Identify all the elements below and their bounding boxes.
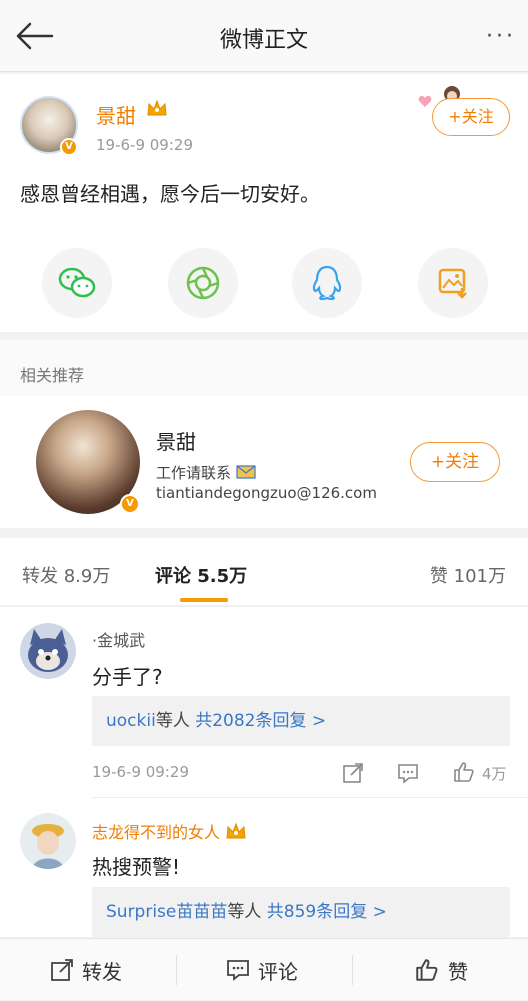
comment-text: 分手了? (92, 665, 163, 689)
recommend-description: 工作请联系 (156, 462, 256, 483)
share-qq-button[interactable] (292, 248, 362, 318)
recommend-card[interactable]: V 景甜 工作请联系 tiantiandegongzuo@126.com +关注 (0, 396, 528, 528)
wechat-icon (58, 267, 96, 298)
comment-author[interactable]: ·金城武 (92, 627, 145, 651)
share-wechat-button[interactable] (42, 248, 112, 318)
recommend-section-title: 相关推荐 (20, 366, 85, 385)
recommend-name[interactable]: 景甜 (156, 426, 196, 455)
save-image-button[interactable] (418, 248, 488, 318)
thumbs-up-icon[interactable] (452, 760, 476, 784)
post-author-name[interactable]: 景甜 (96, 100, 136, 129)
bottom-action-bar: 转发 评论 赞 (0, 938, 528, 1000)
tab-repost[interactable]: 转发 8.9万 (22, 562, 110, 588)
follow-button[interactable]: +关注 (432, 98, 510, 136)
repost-icon (51, 959, 73, 981)
divider (176, 955, 177, 985)
save-image-icon (438, 268, 467, 299)
share-moments-button[interactable] (168, 248, 238, 318)
active-tab-indicator (180, 598, 228, 602)
divider (352, 955, 353, 985)
qq-icon (312, 265, 342, 301)
page-title: 微博正文 (219, 28, 308, 53)
crown-icon (147, 99, 167, 116)
recommend-email: tiantiandegongzuo@126.com (156, 484, 377, 502)
post-timestamp: 19-6-9 09:29 (96, 136, 193, 154)
comment-author[interactable]: 志龙得不到的女人 (92, 819, 247, 843)
tab-bar: 转发 8.9万 评论 5.5万 赞 101万 (0, 538, 528, 606)
post-card: V 景甜 19-6-9 09:29 +关注 感恩曾经相遇，愿今后一切安好。 (0, 74, 528, 332)
comment-icon[interactable] (397, 762, 419, 784)
comment-icon (227, 960, 249, 981)
comment-like-count: 4万 (482, 765, 507, 783)
recommend-follow-button[interactable]: +关注 (410, 442, 500, 482)
verified-badge-icon: V (120, 494, 140, 514)
envelope-icon (236, 465, 256, 479)
bottom-repost-button[interactable]: 转发 (50, 939, 122, 1001)
moments-icon (186, 266, 220, 300)
reply-summary[interactable]: uockii等人 共2082条回复 > (92, 696, 510, 746)
comment-text: 热搜预警! (92, 855, 181, 879)
crown-icon (226, 822, 246, 839)
recommend-header: 相关推荐 (0, 340, 528, 396)
reply-summary[interactable]: Surprise苗苗苗等人 共859条回复 > (92, 887, 510, 937)
tab-like[interactable]: 赞 101万 (430, 562, 506, 588)
comment-list: ·金城武 分手了? uockii等人 共2082条回复 > 19-6-9 09:… (0, 607, 528, 937)
more-icon[interactable]: ··· (486, 24, 516, 49)
thumbs-up-icon (416, 959, 438, 981)
top-bar: 微博正文 ··· (0, 0, 528, 72)
bottom-like-button[interactable]: 赞 (414, 939, 468, 1001)
commenter-avatar[interactable] (20, 813, 76, 869)
post-text: 感恩曾经相遇，愿今后一切安好。 (20, 182, 320, 206)
verified-badge-icon: V (60, 138, 78, 156)
commenter-avatar[interactable] (20, 623, 76, 679)
bottom-comment-button[interactable]: 评论 (226, 939, 298, 1001)
comment-timestamp: 19-6-9 09:29 (92, 763, 189, 781)
divider (92, 797, 528, 798)
tab-comment[interactable]: 评论 5.5万 (155, 562, 247, 588)
repost-icon[interactable] (342, 762, 364, 784)
